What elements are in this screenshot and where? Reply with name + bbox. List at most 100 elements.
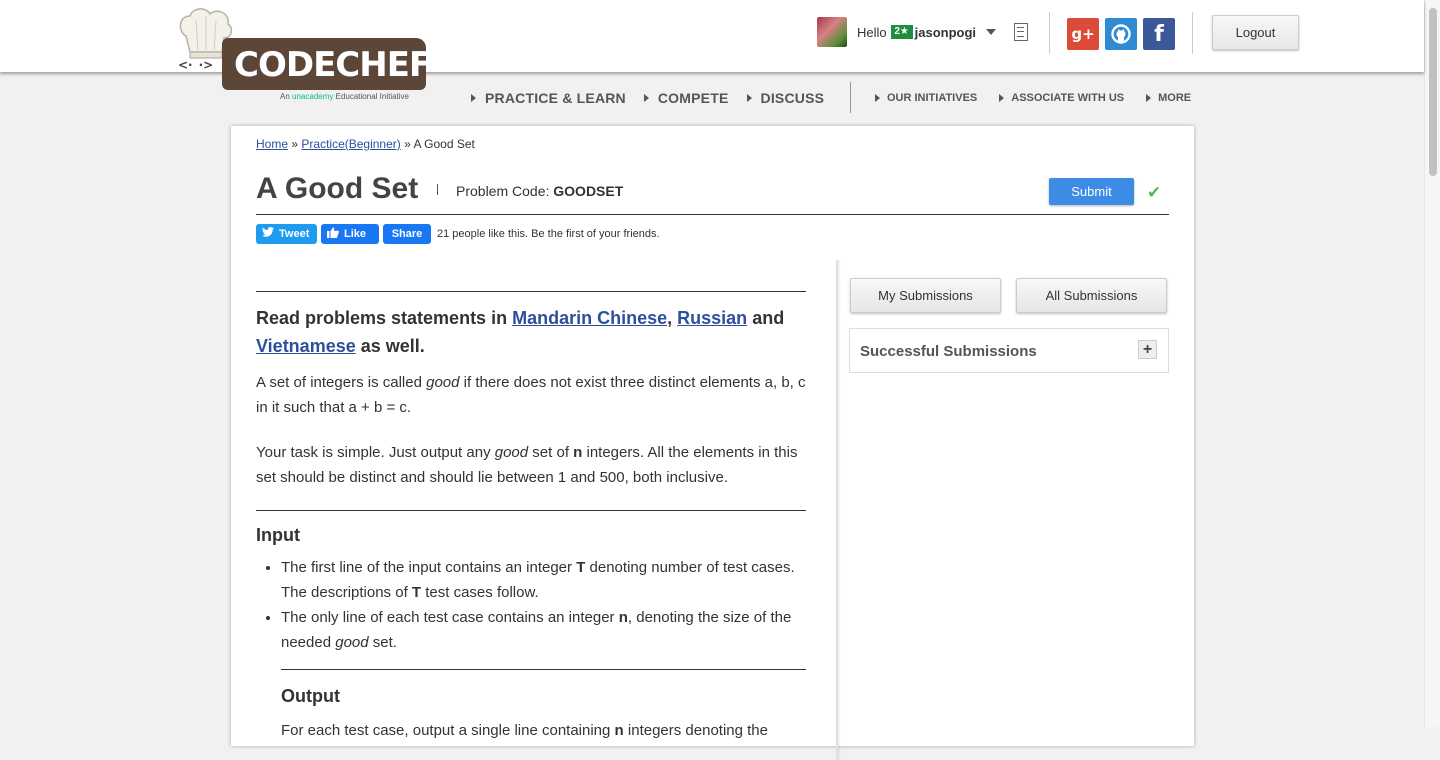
submit-button[interactable]: Submit	[1049, 178, 1134, 205]
text-bold: n	[573, 444, 583, 461]
problem-code-label: Problem Code:	[456, 183, 550, 199]
text-emphasis: good	[335, 634, 369, 651]
nav-practice-learn[interactable]: PRACTICE & LEARN	[471, 90, 626, 106]
text-span: set of	[532, 444, 569, 461]
output-heading: Output	[281, 686, 340, 706]
nav-practice-label: PRACTICE & LEARN	[485, 90, 626, 106]
caret-right-icon	[999, 94, 1005, 102]
tweet-button[interactable]: Tweet	[256, 223, 317, 244]
caret-right-icon	[875, 94, 880, 102]
tagline-brand: unacademy	[292, 92, 334, 101]
share-bar: Tweet Like Share 21 people like this. Be…	[256, 223, 660, 244]
section-divider	[256, 510, 806, 511]
text-span: For each test case, output a single line…	[281, 722, 611, 739]
statement-divider	[256, 291, 806, 292]
tagline-suffix: Educational Initiative	[335, 92, 410, 101]
input-list: The first line of the input contains an …	[256, 555, 806, 655]
link-vietnamese[interactable]: Vietnamese	[256, 336, 356, 356]
breadcrumb-separator: »	[404, 137, 411, 151]
avatar[interactable]	[817, 17, 847, 47]
nav-discuss-label: DISCUSS	[760, 90, 825, 106]
breadcrumb-practice[interactable]: Practice(Beginner)	[301, 137, 400, 151]
twitter-icon	[262, 227, 274, 240]
link-mandarin-chinese[interactable]: Mandarin Chinese	[512, 308, 667, 328]
successful-submissions-label: Successful Submissions	[860, 343, 1037, 360]
nav-associate-with-us[interactable]: ASSOCIATE WITH US	[999, 92, 1124, 104]
facebook-like-button[interactable]: Like	[321, 223, 379, 244]
facebook-icon[interactable]: f	[1143, 18, 1175, 50]
nav-initiatives-label: OUR INITIATIVES	[887, 92, 978, 104]
nav-compete[interactable]: COMPETE	[643, 90, 729, 106]
like-label: Like	[344, 227, 367, 240]
text-span: A set of integers is called	[256, 374, 422, 391]
chevron-down-icon[interactable]	[986, 29, 997, 35]
translation-note: Read problems statements in Mandarin Chi…	[256, 304, 806, 360]
translation-and: and	[752, 308, 785, 328]
statement-paragraph-1: A set of integers is called good if ther…	[256, 370, 806, 420]
translation-comma: ,	[667, 308, 673, 328]
logout-button[interactable]: Logout	[1212, 15, 1299, 50]
successful-submissions-panel[interactable]: Successful Submissions +	[849, 328, 1169, 373]
input-heading: Input	[256, 525, 300, 545]
text-span: integers denoting the	[627, 722, 768, 739]
expand-plus-icon[interactable]: +	[1138, 340, 1157, 359]
text-bold: T	[576, 559, 586, 576]
nav-divider	[850, 82, 851, 113]
all-submissions-button[interactable]: All Submissions	[1016, 278, 1167, 313]
text-emphasis: good	[426, 374, 460, 391]
notes-icon[interactable]	[1014, 23, 1028, 41]
column-divider	[836, 260, 841, 760]
username[interactable]: jasonpogi	[915, 25, 976, 40]
title-divider	[256, 214, 1169, 215]
logo-text: CODECHEF	[234, 45, 432, 85]
facebook-share-button[interactable]: Share	[383, 223, 431, 244]
google-plus-icon[interactable]: g+	[1067, 18, 1099, 50]
logo-tagline: An unacademy Educational Initiative	[280, 92, 409, 101]
github-icon[interactable]	[1105, 18, 1137, 50]
statement-paragraph-2: Your task is simple. Just output any goo…	[256, 440, 806, 490]
tagline-prefix: An	[280, 92, 290, 101]
user-menu[interactable]: Hello 2★ jasonpogi	[817, 17, 997, 47]
section-divider	[281, 669, 806, 670]
list-item: The first line of the input contains an …	[281, 555, 806, 605]
codechef-logo[interactable]: <·_·> CODECHEF An unacademy Educational …	[172, 6, 432, 102]
breadcrumb-current: A Good Set	[413, 137, 475, 151]
page-title: A Good Set	[256, 172, 419, 205]
github-logo-icon	[1111, 24, 1131, 44]
header-divider	[1049, 12, 1050, 54]
nav-associate-label: ASSOCIATE WITH US	[1011, 92, 1125, 104]
nav-more[interactable]: MORE	[1146, 92, 1191, 104]
scrollbar-thumb[interactable]	[1429, 8, 1437, 176]
nav-compete-label: COMPETE	[657, 90, 729, 106]
caret-right-icon	[471, 94, 476, 102]
logo-wordmark: CODECHEF	[222, 38, 432, 90]
link-russian[interactable]: Russian	[677, 308, 747, 328]
problem-card: Home » Practice(Beginner) » A Good Set A…	[231, 126, 1194, 760]
breadcrumb-home[interactable]: Home	[256, 137, 288, 151]
translation-prefix: Read problems statements in	[256, 308, 508, 328]
solved-check-icon: ✔	[1147, 183, 1162, 202]
problem-code: Problem Code: GOODSET	[456, 183, 623, 199]
list-item: The only line of each test case contains…	[281, 605, 806, 655]
text-bold: n	[614, 722, 624, 739]
nav-our-initiatives[interactable]: OUR INITIATIVES	[875, 92, 977, 104]
output-section: Output For each test case, output a sing…	[281, 669, 806, 743]
nav-discuss[interactable]: DISCUSS	[746, 90, 825, 106]
text-emphasis: good	[494, 444, 529, 461]
text-span: test cases follow.	[425, 584, 539, 601]
caret-right-icon	[746, 94, 752, 102]
facebook-label: f	[1154, 21, 1164, 47]
my-submissions-button[interactable]: My Submissions	[850, 278, 1001, 313]
main-nav-secondary: OUR INITIATIVES ASSOCIATE WITH US MORE	[875, 88, 1191, 108]
greeting: Hello	[857, 24, 887, 40]
like-count-text: 21 people like this. Be the first of you…	[437, 227, 660, 240]
problem-statement: Read problems statements in Mandarin Chi…	[256, 262, 806, 743]
translation-suffix: as well.	[360, 336, 425, 356]
breadcrumb-separator: »	[291, 137, 299, 151]
text-span: The only line of each test case contains…	[281, 609, 615, 626]
nav-more-label: MORE	[1158, 92, 1192, 104]
text-bold: T	[411, 584, 422, 601]
title-separator	[437, 184, 438, 195]
output-paragraph: For each test case, output a single line…	[281, 718, 806, 743]
rating-star-badge: 2★	[890, 25, 913, 39]
